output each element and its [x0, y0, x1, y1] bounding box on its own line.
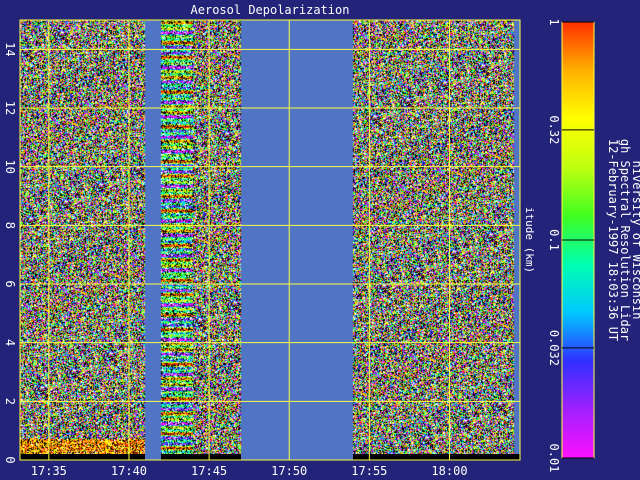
depolarization-chart: Aerosol Depolarization 17:35 17:40 17:45 17… [3, 3, 640, 478]
y-tick-label: 4 [3, 339, 17, 346]
x-axis: 17:35 17:40 17:45 17:50 17:55 18:00 [31, 464, 468, 478]
heatmap-plot-area [20, 20, 520, 460]
x-tick-label: 17:50 [271, 464, 307, 478]
y-tick-label: 0 [3, 456, 17, 463]
attribution-line: 12-February-1997 18:03:36 UT [606, 139, 620, 341]
ground-strip-gap [241, 454, 353, 460]
y-tick-label: 10 [3, 159, 17, 173]
colorbar-tick-label: 0.32 [547, 115, 561, 144]
x-tick-label: 18:00 [431, 464, 467, 478]
colorbar-tick-label: 0.032 [547, 330, 561, 366]
y-axis-label: itude (km) [523, 207, 536, 273]
x-tick-label: 17:55 [351, 464, 387, 478]
x-tick-label: 17:45 [191, 464, 227, 478]
y-tick-label: 14 [3, 42, 17, 56]
x-tick-label: 17:40 [111, 464, 147, 478]
y-tick-label: 12 [3, 101, 17, 115]
y-tick-label: 2 [3, 398, 17, 405]
colorbar: 0.01 0.032 0.1 0.32 1 [547, 18, 595, 473]
ground-strip-gap [145, 454, 161, 460]
colorbar-tick-label: 0.1 [547, 229, 561, 251]
chart-title: Aerosol Depolarization [191, 3, 350, 17]
y-tick-label: 6 [3, 280, 17, 287]
colorbar-tick-label: 0.01 [547, 444, 561, 473]
heatmap-cells [20, 20, 520, 460]
x-tick-label: 17:35 [31, 464, 67, 478]
colorbar-tick-label: 1 [547, 18, 561, 25]
y-axis: 0 2 4 6 8 10 12 14 [3, 42, 17, 464]
attribution-text: niversity of Wisconsingh Spectral Resolu… [606, 139, 640, 341]
y-tick-label: 8 [3, 222, 17, 229]
